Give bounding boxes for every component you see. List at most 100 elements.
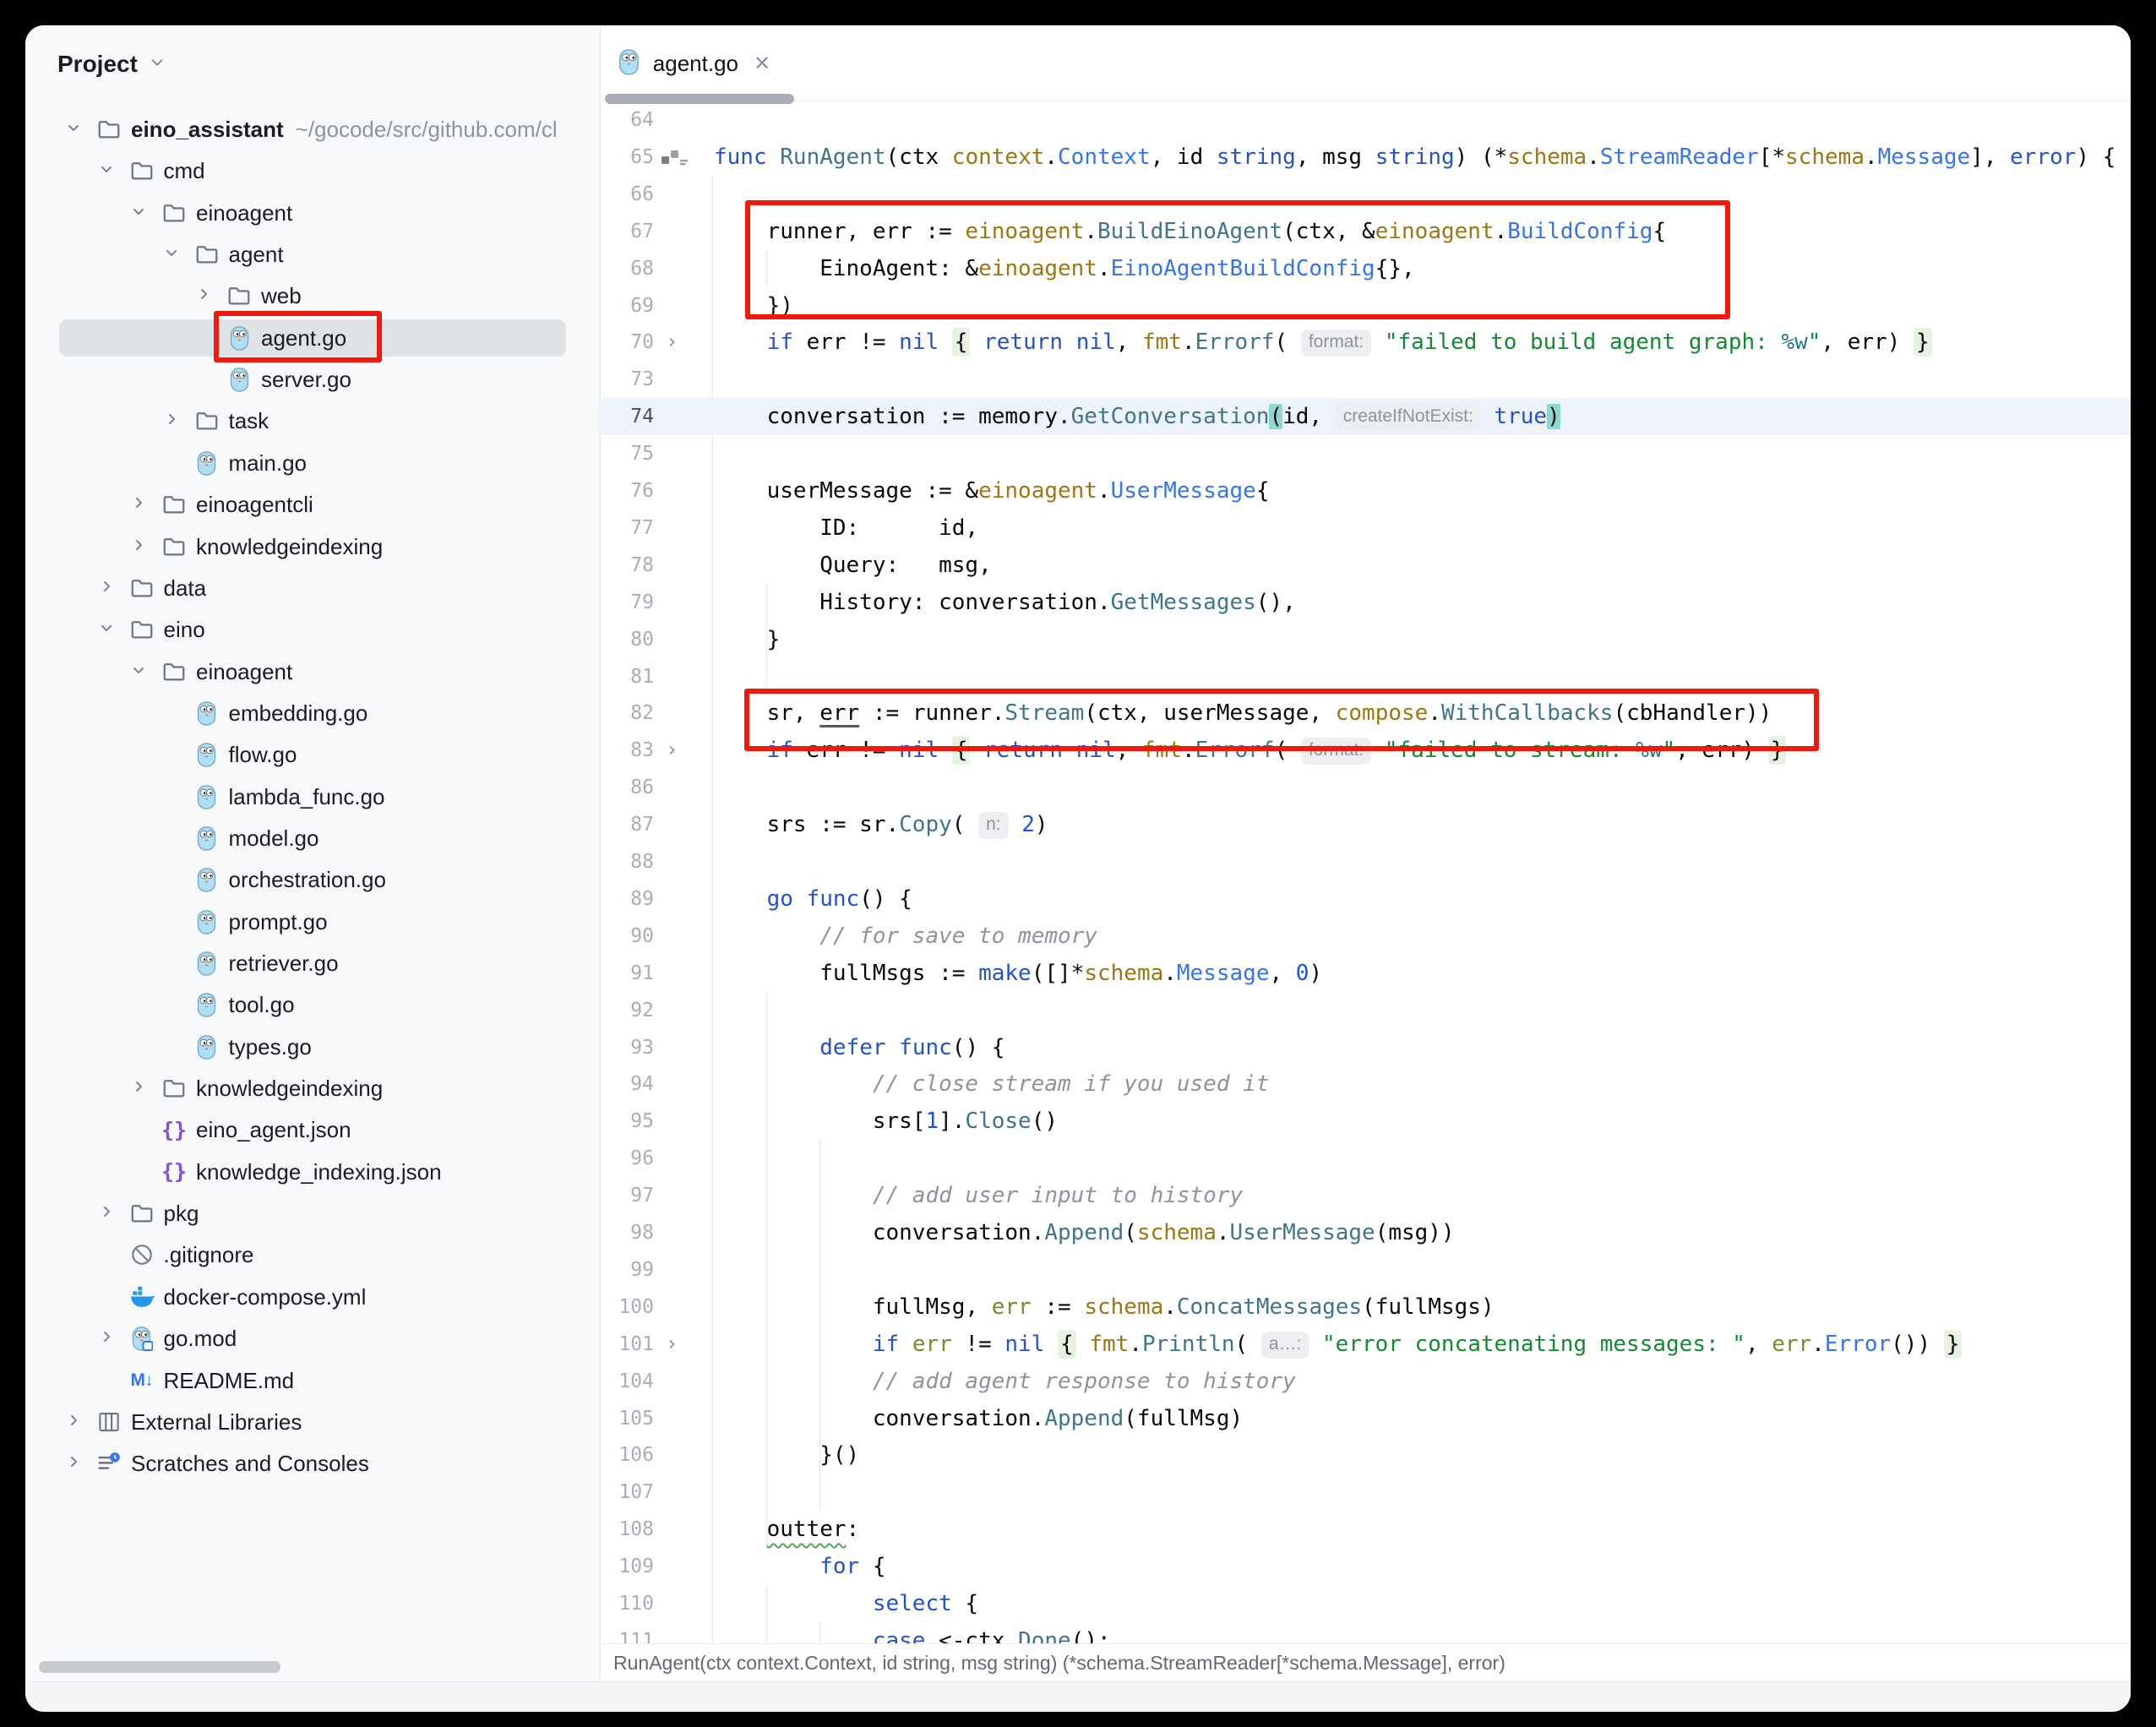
- code-line-77[interactable]: 77 ID: id,: [602, 509, 2131, 547]
- code-line-87[interactable]: 87 srs := sr.Copy( n: 2): [602, 806, 2131, 843]
- code-line-80[interactable]: 80 }: [602, 621, 2131, 658]
- code-line-101[interactable]: 101› if err != nil { fmt.Println( a…: "e…: [602, 1326, 2131, 1363]
- code-line-88[interactable]: 88: [602, 843, 2131, 880]
- fold-chevron-icon[interactable]: ›: [666, 1332, 678, 1355]
- code-line-96[interactable]: 96: [602, 1140, 2131, 1177]
- tree-item-scratches-and-consoles[interactable]: Scratches and Consoles: [25, 1442, 600, 1485]
- project-panel-header[interactable]: Project: [57, 47, 166, 81]
- chevron-right-icon[interactable]: [96, 1327, 120, 1350]
- code-line-81[interactable]: 81: [602, 658, 2131, 695]
- code-line-107[interactable]: 107: [602, 1474, 2131, 1511]
- tree-item-server-go[interactable]: server.go: [25, 358, 600, 400]
- code-line-111[interactable]: 111 case <-ctx.Done():: [602, 1622, 2131, 1643]
- chevron-down-icon[interactable]: [96, 618, 120, 641]
- chevron-down-icon[interactable]: [128, 660, 152, 684]
- tree-item-docker-compose-yml[interactable]: docker-compose.yml: [25, 1276, 600, 1318]
- tree-item-knowledge-indexing-json[interactable]: {}knowledge_indexing.json: [25, 1151, 600, 1193]
- tab-agent-go[interactable]: agent.go ✕: [617, 37, 770, 90]
- code-line-105[interactable]: 105 conversation.Append(fullMsg): [602, 1400, 2131, 1437]
- code-line-108[interactable]: 108 outter:: [602, 1511, 2131, 1548]
- chevron-right-icon[interactable]: [161, 409, 185, 433]
- tree-item-orchestration-go[interactable]: orchestration.go: [25, 858, 600, 901]
- code-line-94[interactable]: 94 // close stream if you used it: [602, 1065, 2131, 1103]
- fold-chevron-icon[interactable]: ›: [666, 330, 678, 353]
- code-line-67[interactable]: 67 runner, err := einoagent.BuildEinoAge…: [602, 213, 2131, 250]
- breadcrumb[interactable]: RunAgent(ctx context.Context, id string,…: [602, 1652, 1505, 1675]
- tree-item--gitignore[interactable]: .gitignore: [25, 1234, 600, 1276]
- tree-item-knowledgeindexing[interactable]: knowledgeindexing: [25, 526, 600, 568]
- code-line-79[interactable]: 79 History: conversation.GetMessages(),: [602, 584, 2131, 621]
- code-line-109[interactable]: 109 for {: [602, 1548, 2131, 1585]
- tree-item-readme-md[interactable]: M↓README.md: [25, 1359, 600, 1402]
- code-line-75[interactable]: 75: [602, 435, 2131, 472]
- tree-item-flow-go[interactable]: flow.go: [25, 733, 600, 776]
- tab-close-icon[interactable]: ✕: [750, 52, 770, 76]
- code-area[interactable]: 6465func RunAgent(ctx context.Context, i…: [602, 101, 2131, 1643]
- tree-item-embedding-go[interactable]: embedding.go: [25, 692, 600, 734]
- tree-item-main-go[interactable]: main.go: [25, 442, 600, 484]
- code-line-97[interactable]: 97 // add user input to history: [602, 1177, 2131, 1214]
- code-line-98[interactable]: 98 conversation.Append(schema.UserMessag…: [602, 1214, 2131, 1251]
- chevron-right-icon[interactable]: [96, 1201, 120, 1225]
- tree-item-lambda-func-go[interactable]: lambda_func.go: [25, 776, 600, 818]
- tree-item-eino[interactable]: eino: [25, 608, 600, 651]
- code-line-92[interactable]: 92: [602, 992, 2131, 1029]
- tree-item-prompt-go[interactable]: prompt.go: [25, 901, 600, 943]
- code-line-99[interactable]: 99: [602, 1251, 2131, 1288]
- tree-item-eino-assistant[interactable]: eino_assistant~/gocode/src/github.com/cl: [25, 108, 600, 150]
- tree-item-pkg[interactable]: pkg: [25, 1192, 600, 1234]
- code-line-82[interactable]: 82 sr, err := runner.Stream(ctx, userMes…: [602, 695, 2131, 732]
- tree-item-einoagentcli[interactable]: einoagentcli: [25, 483, 600, 526]
- code-vision-icon[interactable]: [661, 148, 691, 172]
- tree-item-einoagent[interactable]: einoagent: [25, 192, 600, 234]
- chevron-down-icon[interactable]: [63, 117, 87, 141]
- chevron-right-icon[interactable]: [128, 1076, 152, 1100]
- tree-item-retriever-go[interactable]: retriever.go: [25, 942, 600, 984]
- chevron-down-icon[interactable]: [148, 53, 166, 76]
- code-line-93[interactable]: 93 defer func() {: [602, 1029, 2131, 1066]
- code-line-90[interactable]: 90 // for save to memory: [602, 918, 2131, 955]
- tree-item-einoagent[interactable]: einoagent: [25, 651, 600, 693]
- chevron-right-icon[interactable]: [128, 493, 152, 516]
- chevron-right-icon[interactable]: [128, 535, 152, 558]
- code-line-69[interactable]: 69 }): [602, 287, 2131, 324]
- code-line-89[interactable]: 89 go func() {: [602, 880, 2131, 918]
- code-line-100[interactable]: 100 fullMsg, err := schema.ConcatMessage…: [602, 1288, 2131, 1326]
- chevron-right-icon[interactable]: [63, 1452, 87, 1475]
- code-line-74[interactable]: 74 conversation := memory.GetConversatio…: [602, 398, 2131, 435]
- chevron-right-icon[interactable]: [63, 1410, 87, 1434]
- code-line-95[interactable]: 95 srs[1].Close(): [602, 1103, 2131, 1140]
- code-line-65[interactable]: 65func RunAgent(ctx context.Context, id …: [602, 139, 2131, 176]
- code-line-86[interactable]: 86: [602, 769, 2131, 806]
- code-line-104[interactable]: 104 // add agent response to history: [602, 1363, 2131, 1400]
- tree-item-knowledgeindexing[interactable]: knowledgeindexing: [25, 1067, 600, 1109]
- tree-item-web[interactable]: web: [25, 275, 600, 317]
- code-line-91[interactable]: 91 fullMsgs := make([]*schema.Message, 0…: [602, 955, 2131, 992]
- code-line-110[interactable]: 110 select {: [602, 1585, 2131, 1622]
- chevron-down-icon[interactable]: [96, 159, 120, 183]
- chevron-down-icon[interactable]: [128, 201, 152, 225]
- fold-chevron-icon[interactable]: ›: [666, 738, 678, 761]
- chevron-right-icon[interactable]: [193, 284, 217, 308]
- tree-item-cmd[interactable]: cmd: [25, 150, 600, 192]
- chevron-right-icon[interactable]: [96, 576, 120, 600]
- code-line-70[interactable]: 70› if err != nil { return nil, fmt.Erro…: [602, 324, 2131, 361]
- project-panel-horizontal-scrollbar[interactable]: [39, 1661, 280, 1673]
- code-line-66[interactable]: 66: [602, 176, 2131, 213]
- tree-item-tool-go[interactable]: tool.go: [25, 983, 600, 1026]
- code-line-73[interactable]: 73: [602, 361, 2131, 398]
- code-line-68[interactable]: 68 EinoAgent: &einoagent.EinoAgentBuildC…: [602, 250, 2131, 287]
- code-line-64[interactable]: 64: [602, 101, 2131, 139]
- tree-item-go-mod[interactable]: go.mod: [25, 1317, 600, 1359]
- chevron-down-icon[interactable]: [161, 242, 185, 266]
- tree-item-external-libraries[interactable]: External Libraries: [25, 1401, 600, 1443]
- code-line-76[interactable]: 76 userMessage := &einoagent.UserMessage…: [602, 472, 2131, 509]
- tree-item-eino-agent-json[interactable]: {}eino_agent.json: [25, 1109, 600, 1151]
- tree-item-types-go[interactable]: types.go: [25, 1026, 600, 1068]
- tree-item-task[interactable]: task: [25, 400, 600, 442]
- code-line-78[interactable]: 78 Query: msg,: [602, 547, 2131, 584]
- tree-item-agent-go[interactable]: agent.go: [25, 317, 600, 359]
- code-line-83[interactable]: 83› if err != nil { return nil, fmt.Erro…: [602, 732, 2131, 769]
- code-line-106[interactable]: 106 }(): [602, 1436, 2131, 1474]
- tree-item-data[interactable]: data: [25, 567, 600, 609]
